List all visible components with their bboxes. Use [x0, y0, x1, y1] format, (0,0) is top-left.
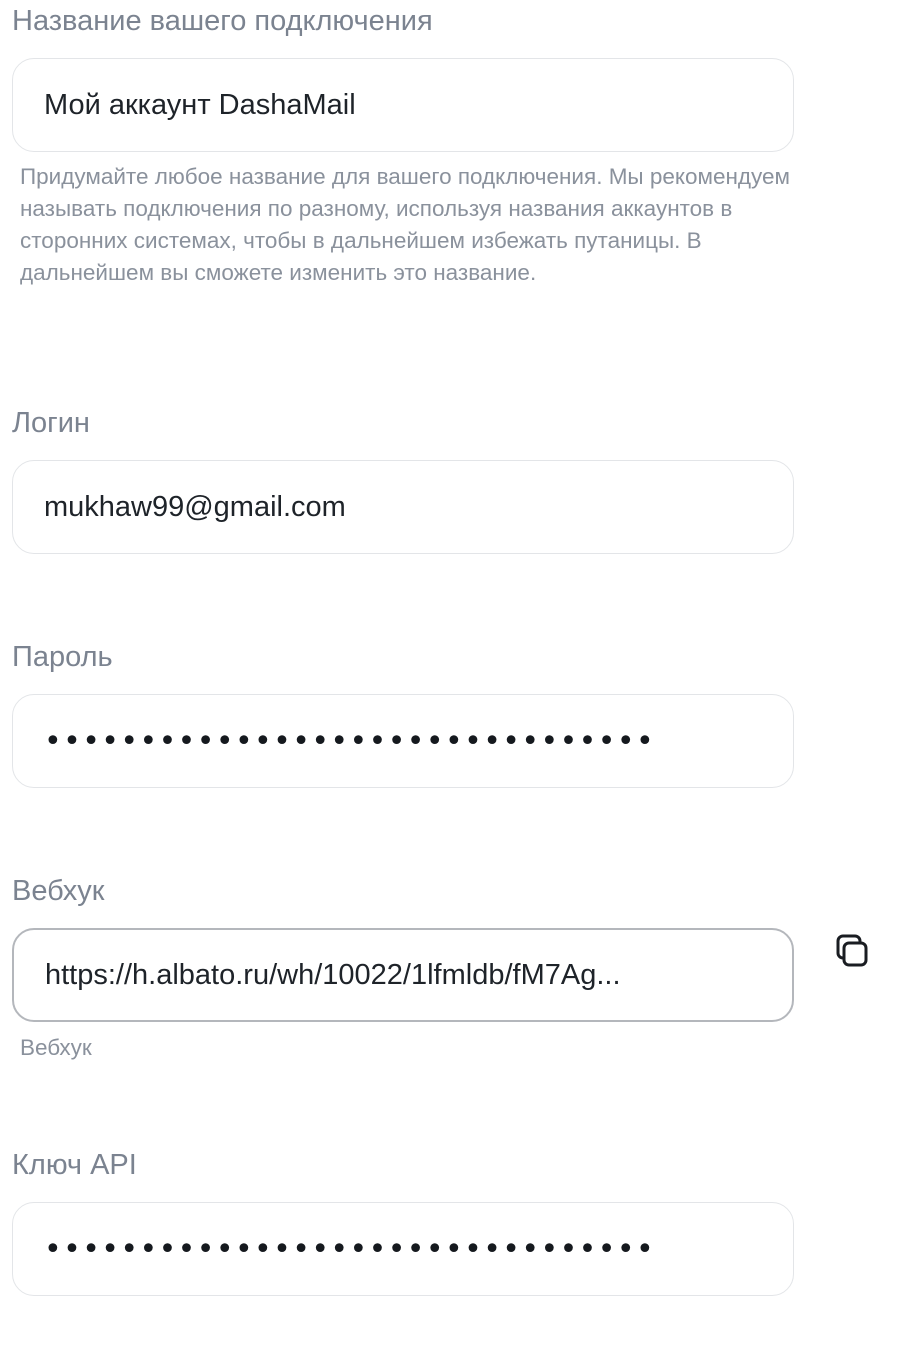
api-key-label: Ключ API	[12, 1149, 137, 1181]
copy-webhook-button[interactable]	[830, 930, 874, 974]
password-input[interactable]: ••••••••••••••••••••••••••••••••	[12, 694, 794, 788]
copy-icon	[836, 934, 868, 967]
webhook-value: https://h.albato.ru/wh/10022/1lfmldb/fM7…	[45, 958, 621, 991]
webhook-hint: Вебхук	[20, 1035, 92, 1060]
connection-name-value: Мой аккаунт DashaMail	[44, 88, 356, 121]
login-label: Логин	[12, 407, 90, 439]
password-label: Пароль	[12, 641, 113, 673]
connection-name-input[interactable]: Мой аккаунт DashaMail	[12, 58, 794, 152]
login-input[interactable]: mukhaw99@gmail.com	[12, 460, 794, 554]
webhook-label: Вебхук	[12, 875, 105, 907]
connection-name-label: Название вашего подключения	[12, 5, 433, 37]
webhook-input[interactable]: https://h.albato.ru/wh/10022/1lfmldb/fM7…	[12, 928, 794, 1022]
api-key-input[interactable]: ••••••••••••••••••••••••••••••••	[12, 1202, 794, 1296]
api-key-masked-value: ••••••••••••••••••••••••••••••••	[44, 1231, 656, 1267]
connection-name-hint: Придумайте любое название для вашего под…	[20, 164, 791, 285]
password-masked-value: ••••••••••••••••••••••••••••••••	[44, 723, 656, 759]
login-value: mukhaw99@gmail.com	[44, 490, 346, 523]
